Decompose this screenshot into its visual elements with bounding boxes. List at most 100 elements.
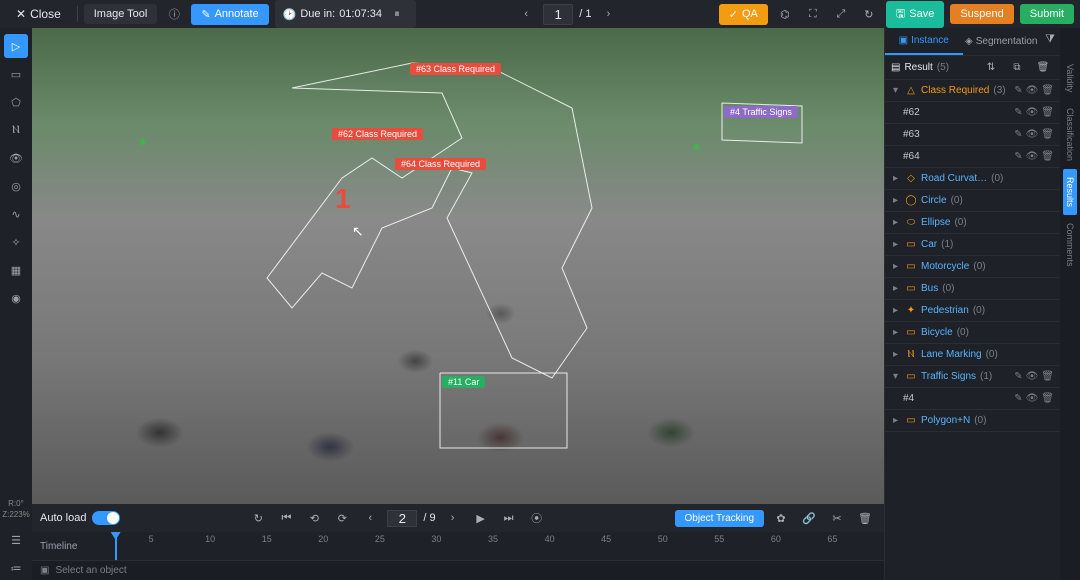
- delete-icon[interactable]: 🗑: [1041, 151, 1054, 162]
- result-item[interactable]: #64✎👁🗑: [885, 146, 1060, 168]
- result-item[interactable]: #62✎👁🗑: [885, 102, 1060, 124]
- autoload-toggle[interactable]: [92, 511, 120, 525]
- timeline-cursor[interactable]: [115, 532, 117, 560]
- step-fwd-icon[interactable]: ⟳: [331, 507, 353, 529]
- next-page-icon[interactable]: ›: [598, 3, 620, 25]
- chevron-icon[interactable]: ▸: [893, 239, 901, 250]
- eye-icon[interactable]: 👁: [1026, 371, 1039, 382]
- result-group-polygon-n[interactable]: ▸▭Polygon+N(0): [885, 410, 1060, 432]
- eye-icon[interactable]: 👁: [1026, 129, 1039, 140]
- chevron-icon[interactable]: ▸: [893, 195, 901, 206]
- sync-icon[interactable]: ↻: [858, 3, 880, 25]
- select-object-row[interactable]: ▣ Select an object: [32, 560, 884, 580]
- loop-icon[interactable]: ↻: [247, 507, 269, 529]
- chevron-icon[interactable]: ▸: [893, 349, 901, 360]
- bug-icon[interactable]: ⌬: [774, 3, 796, 25]
- delete-icon[interactable]: 🗑: [1041, 107, 1054, 118]
- result-item[interactable]: #4✎👁🗑: [885, 388, 1060, 410]
- track-delete-icon[interactable]: 🗑: [854, 507, 876, 529]
- fullscreen-icon[interactable]: ⤢: [830, 3, 852, 25]
- result-group-pedestrian[interactable]: ▸✦Pedestrian(0): [885, 300, 1060, 322]
- result-group-car[interactable]: ▸▭Car(1): [885, 234, 1060, 256]
- ff-icon[interactable]: ⏭: [498, 507, 520, 529]
- chevron-icon[interactable]: ▾: [893, 371, 901, 382]
- delete-icon[interactable]: 🗑: [1041, 85, 1054, 96]
- filter-icon[interactable]: ⧩: [1040, 28, 1060, 50]
- rewind-icon[interactable]: ⏮: [275, 507, 297, 529]
- save-button[interactable]: 🖫 Save: [886, 1, 944, 28]
- eye-icon[interactable]: 👁: [1026, 107, 1039, 118]
- tab-instance[interactable]: ▣ Instance: [885, 28, 963, 55]
- delete-icon[interactable]: 🗑: [1041, 371, 1054, 382]
- result-group-traffic-signs[interactable]: ▾▭Traffic Signs(1)✎👁🗑: [885, 366, 1060, 388]
- edit-icon[interactable]: ✎: [1014, 393, 1022, 404]
- tool-curve[interactable]: ∿: [4, 202, 28, 226]
- pause-icon[interactable]: ⏸: [386, 3, 408, 25]
- timeline[interactable]: Timeline 5101520253035404550556065: [32, 532, 884, 560]
- delete-icon[interactable]: 🗑: [1041, 393, 1054, 404]
- result-item[interactable]: #63✎👁🗑: [885, 124, 1060, 146]
- chevron-icon[interactable]: ▾: [893, 85, 901, 96]
- record-icon[interactable]: ⦿: [526, 507, 548, 529]
- vtab-classification[interactable]: Classification: [1063, 100, 1077, 169]
- annotate-button[interactable]: ✎ Annotate: [191, 4, 268, 25]
- qa-button[interactable]: ✓ QA: [719, 4, 768, 25]
- tab-segmentation[interactable]: ◈ Segmentation: [963, 28, 1041, 55]
- chevron-icon[interactable]: ▸: [893, 173, 901, 184]
- prev-page-icon[interactable]: ‹: [515, 3, 537, 25]
- chevron-icon[interactable]: ▸: [893, 305, 901, 316]
- ann-label-63[interactable]: #63 Class Required: [410, 63, 501, 75]
- close-button[interactable]: ✕ Close: [6, 3, 71, 25]
- result-group-lane-marking[interactable]: ▸ⲚLane Marking(0): [885, 344, 1060, 366]
- result-group-bus[interactable]: ▸▭Bus(0): [885, 278, 1060, 300]
- prev-frame-icon[interactable]: ‹: [359, 507, 381, 529]
- image-canvas[interactable]: #63 Class Required #62 Class Required #6…: [32, 28, 884, 504]
- tool-cursor[interactable]: ▷: [4, 34, 28, 58]
- tool-eye[interactable]: 👁: [4, 146, 28, 170]
- edit-icon[interactable]: ✎: [1014, 107, 1022, 118]
- tool-magic[interactable]: ✧: [4, 230, 28, 254]
- tool-settings[interactable]: ≔: [4, 556, 28, 580]
- tool-poly[interactable]: ⬠: [4, 90, 28, 114]
- track-link-icon[interactable]: 🔗: [798, 507, 820, 529]
- eye-icon[interactable]: 👁: [1026, 151, 1039, 162]
- expand-icon[interactable]: ⛶: [802, 3, 824, 25]
- edit-icon[interactable]: ✎: [1014, 371, 1022, 382]
- tool-grid[interactable]: ▦: [4, 258, 28, 282]
- tool-menu[interactable]: ☰: [4, 528, 28, 552]
- play-icon[interactable]: ▶: [470, 507, 492, 529]
- frame-input[interactable]: [387, 510, 417, 527]
- result-group-road-curvat-[interactable]: ▸◇Road Curvat…(0): [885, 168, 1060, 190]
- tool-gear[interactable]: ◉: [4, 286, 28, 310]
- sort-icon[interactable]: ⇅: [980, 57, 1002, 79]
- eye-icon[interactable]: 👁: [1026, 393, 1039, 404]
- ann-label-4[interactable]: #4 Traffic Signs: [724, 106, 798, 118]
- result-group-ellipse[interactable]: ▸⬭Ellipse(0): [885, 212, 1060, 234]
- next-frame-icon[interactable]: ›: [442, 507, 464, 529]
- ann-label-62[interactable]: #62 Class Required: [332, 128, 423, 140]
- chevron-icon[interactable]: ▸: [893, 415, 901, 426]
- tool-target[interactable]: ◎: [4, 174, 28, 198]
- chevron-icon[interactable]: ▸: [893, 283, 901, 294]
- page-current-input[interactable]: [543, 4, 573, 25]
- suspend-button[interactable]: Suspend: [950, 4, 1013, 24]
- edit-icon[interactable]: ✎: [1014, 85, 1022, 96]
- ann-label-64[interactable]: #64 Class Required: [395, 158, 486, 170]
- trash-icon[interactable]: 🗑: [1032, 57, 1054, 79]
- object-tracking-button[interactable]: Object Tracking: [675, 510, 764, 527]
- vtab-validity[interactable]: Validity: [1063, 56, 1077, 100]
- chevron-icon[interactable]: ▸: [893, 261, 901, 272]
- copy-icon[interactable]: ⧉: [1006, 57, 1028, 79]
- track-cut-icon[interactable]: ✂: [826, 507, 848, 529]
- edit-icon[interactable]: ✎: [1014, 129, 1022, 140]
- track-settings-icon[interactable]: ✿: [770, 507, 792, 529]
- result-group-class-required[interactable]: ▾△Class Required(3)✎👁🗑: [885, 80, 1060, 102]
- tool-rect[interactable]: ▭: [4, 62, 28, 86]
- tool-label-button[interactable]: Image Tool: [84, 4, 158, 24]
- ann-label-11[interactable]: #11 Car: [442, 376, 485, 388]
- edit-icon[interactable]: ✎: [1014, 151, 1022, 162]
- vtab-comments[interactable]: Comments: [1063, 215, 1077, 275]
- result-group-bicycle[interactable]: ▸▭Bicycle(0): [885, 322, 1060, 344]
- tool-spline[interactable]: Ⲛ: [4, 118, 28, 142]
- info-icon[interactable]: ⓘ: [163, 3, 185, 25]
